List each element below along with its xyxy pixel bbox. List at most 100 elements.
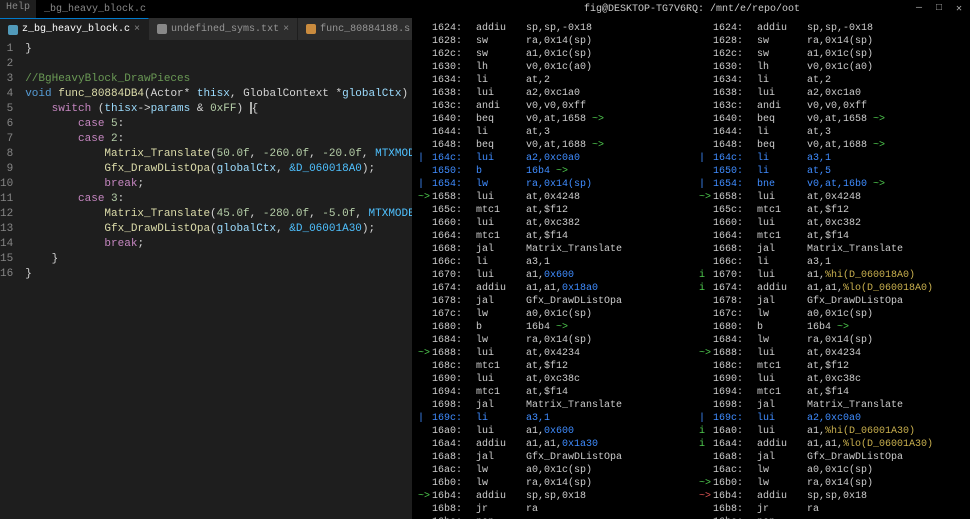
asm-line: 16ac:lwa0,0x1c(sp) [699, 464, 964, 477]
asm-line: 1630:lhv0,0x1c(a0) [418, 61, 683, 74]
code-editor[interactable]: 12345678910111213141516 } //BgHeavyBlock… [0, 40, 412, 519]
asm-line: ~>1658:luiat,0x4248 [699, 191, 964, 204]
asm-line: i16a0:luia1,%hi(D_06001A30) [699, 425, 964, 438]
asm-line: 1674:addiua1,a1,0x18a0 [418, 282, 683, 295]
asm-line: 168c:mtc1at,$f12 [699, 360, 964, 373]
asm-line: 1680:b16b4 ~> [418, 321, 683, 334]
asm-line: 1628:swra,0x14(sp) [699, 35, 964, 48]
asm-line: 1694:mtc1at,$f14 [699, 386, 964, 399]
line-gutter: 12345678910111213141516 [0, 40, 21, 519]
asm-line: 163c:andiv0,v0,0xff [699, 100, 964, 113]
tab-label: undefined_syms.txt [171, 24, 279, 35]
asm-line: 1640:beqv0,at,1658 ~> [418, 113, 683, 126]
asm-line: 1690:luiat,0xc38c [699, 373, 964, 386]
top-bar: Help _bg_heavy_block.c fig@DESKTOP-TG7V6… [0, 0, 970, 18]
asm-line: 1670:luia1,0x600 [418, 269, 683, 282]
asm-line: |169c:lia3,1 [418, 412, 683, 425]
asm-line: 1650:liat,5 [699, 165, 964, 178]
tab-z_bg_heavy_block-c[interactable]: z_bg_heavy_block.c× [0, 18, 149, 40]
asm-line: 162c:swa1,0x1c(sp) [699, 48, 964, 61]
asm-line: 165c:mtc1at,$f12 [699, 204, 964, 217]
asm-line: i16a4:addiua1,a1,%lo(D_06001A30) [699, 438, 964, 451]
asm-line: 16ac:lwa0,0x1c(sp) [418, 464, 683, 477]
file-icon [8, 25, 18, 35]
editor-tabs: z_bg_heavy_block.c× undefined_syms.txt × fu… [0, 18, 412, 40]
asm-line: ~>1688:luiat,0x4234 [699, 347, 964, 360]
maximize-icon[interactable]: □ [936, 3, 942, 15]
terminal-title-bar: _bg_heavy_block.c fig@DESKTOP-TG7V6RQ: /… [36, 0, 970, 18]
editor-pane: z_bg_heavy_block.c× undefined_syms.txt × fu… [0, 18, 412, 519]
asm-line: ~>1658:luiat,0x4248 [418, 191, 683, 204]
breadcrumb-right-hint: _bg_heavy_block.c [44, 4, 476, 15]
asm-line: 1624:addiusp,sp,-0x18 [418, 22, 683, 35]
asm-line: 1630:lhv0,0x1c(a0) [699, 61, 964, 74]
asm-line: 1634:liat,2 [699, 74, 964, 87]
asm-line: |164c:lia3,1 [699, 152, 964, 165]
asm-line: 167c:lwa0,0x1c(sp) [418, 308, 683, 321]
asm-line: ~>16b4:addiusp,sp,0x18 [699, 490, 964, 503]
asm-line: 168c:mtc1at,$f12 [418, 360, 683, 373]
asm-left-column: 1624:addiusp,sp,-0x181628:swra,0x14(sp)1… [418, 22, 683, 515]
asm-line: 16a4:addiua1,a1,0x1a30 [418, 438, 683, 451]
asm-line: 1684:lwra,0x14(sp) [418, 334, 683, 347]
asm-line: 16b0:lwra,0x14(sp) [418, 477, 683, 490]
asm-line: 1624:addiusp,sp,-0x18 [699, 22, 964, 35]
asm-line: ~>1688:luiat,0x4234 [418, 347, 683, 360]
asm-line: |1654:bnev0,at,16b0 ~> [699, 178, 964, 191]
window-title: fig@DESKTOP-TG7V6RQ: /mnt/e/repo/oot [476, 4, 908, 15]
main-split: z_bg_heavy_block.c× undefined_syms.txt × fu… [0, 18, 970, 519]
asm-line: 1650:b16b4 ~> [418, 165, 683, 178]
asm-line: 165c:mtc1at,$f12 [418, 204, 683, 217]
asm-line: ~>16b4:addiusp,sp,0x18 [418, 490, 683, 503]
asm-line: 1644:liat,3 [418, 126, 683, 139]
asm-line: i1674:addiua1,a1,%lo(D_060018A0) [699, 282, 964, 295]
asm-line: 1698:jalMatrix_Translate [699, 399, 964, 412]
asm-line: 1694:mtc1at,$f14 [418, 386, 683, 399]
asm-line: 166c:lia3,1 [699, 256, 964, 269]
tab-close-icon[interactable]: × [283, 24, 289, 35]
asm-line: 16b8:jrra [699, 503, 964, 516]
asm-line: 1648:beqv0,at,1688 ~> [418, 139, 683, 152]
asm-line: 1680:b16b4 ~> [699, 321, 964, 334]
asm-line: 1660:luiat,0xc382 [418, 217, 683, 230]
code-area[interactable]: } //BgHeavyBlock_DrawPieces void func_80… [21, 40, 412, 519]
asm-line: 162c:swa1,0x1c(sp) [418, 48, 683, 61]
menu-help[interactable]: Help [0, 0, 36, 18]
file-icon [157, 24, 167, 34]
asm-line: 1660:luiat,0xc382 [699, 217, 964, 230]
asm-line: 1698:jalMatrix_Translate [418, 399, 683, 412]
asm-line: 1628:swra,0x14(sp) [418, 35, 683, 48]
tab-undefined_syms-txt[interactable]: undefined_syms.txt × [149, 18, 298, 40]
asm-line: 1648:beqv0,at,1688 ~> [699, 139, 964, 152]
asm-line: 1640:beqv0,at,1658 ~> [699, 113, 964, 126]
asm-line: 1664:mtc1at,$f14 [418, 230, 683, 243]
minimize-icon[interactable]: — [916, 3, 922, 15]
asm-line: 166c:lia3,1 [418, 256, 683, 269]
close-icon[interactable]: ✕ [956, 3, 962, 15]
tab-label: func_80884188.s [320, 24, 410, 35]
asm-line: 1678:jalGfx_DrawDListOpa [418, 295, 683, 308]
asm-line: 1684:lwra,0x14(sp) [699, 334, 964, 347]
asm-line: |1654:lwra,0x14(sp) [418, 178, 683, 191]
asm-right-column: 1624:addiusp,sp,-0x181628:swra,0x14(sp)1… [699, 22, 964, 515]
window-buttons: — □ ✕ [908, 3, 970, 15]
asm-line: 16b8:jrra [418, 503, 683, 516]
asm-line: 1638:luia2,0xc1a0 [699, 87, 964, 100]
diff-terminal[interactable]: 1624:addiusp,sp,-0x181628:swra,0x14(sp)1… [412, 18, 970, 519]
asm-line: 1668:jalMatrix_Translate [418, 243, 683, 256]
asm-line: 167c:lwa0,0x1c(sp) [699, 308, 964, 321]
tab-func_80884188-s[interactable]: func_80884188.s× [298, 18, 429, 40]
asm-line: i1670:luia1,%hi(D_060018A0) [699, 269, 964, 282]
asm-line: 1638:luia2,0xc1a0 [418, 87, 683, 100]
asm-line: |169c:luia2,0xc0a0 [699, 412, 964, 425]
asm-line: 1678:jalGfx_DrawDListOpa [699, 295, 964, 308]
asm-line: 1664:mtc1at,$f14 [699, 230, 964, 243]
asm-line: 1644:liat,3 [699, 126, 964, 139]
tab-close-icon[interactable]: × [134, 24, 140, 35]
asm-line: 16a8:jalGfx_DrawDListOpa [418, 451, 683, 464]
asm-line: 163c:andiv0,v0,0xff [418, 100, 683, 113]
asm-line: 1668:jalMatrix_Translate [699, 243, 964, 256]
asm-line: 16a8:jalGfx_DrawDListOpa [699, 451, 964, 464]
asm-line: 1690:luiat,0xc38c [418, 373, 683, 386]
file-icon [306, 24, 316, 34]
